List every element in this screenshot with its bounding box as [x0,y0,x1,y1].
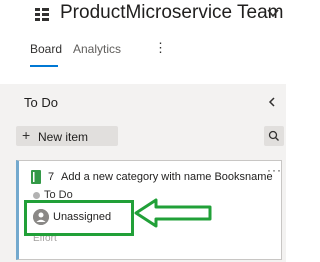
column-title: To Do [24,95,58,110]
tab-analytics[interactable]: Analytics [73,42,121,56]
search-icon [268,130,279,141]
chevron-down-icon[interactable] [266,6,280,20]
team-icon [35,8,49,21]
board-header: ProductMicroservice Team Board Analytics… [0,0,286,84]
state-indicator-dot [33,192,40,199]
new-item-label: New item [38,130,89,144]
annotation-arrow-icon [134,198,212,228]
new-item-button[interactable]: + New item [16,126,118,146]
work-item-id: 7 [48,171,55,183]
book-icon [31,170,41,184]
plus-icon: + [22,127,31,143]
more-vertical-icon[interactable]: ⋮ [154,40,167,56]
team-name[interactable]: ProductMicroservice Team [60,2,284,24]
work-item-title[interactable]: Add a new category with name Booksname [61,171,273,183]
active-tab-indicator [30,65,58,67]
tab-board[interactable]: Board [30,42,62,56]
search-button[interactable] [264,126,284,146]
annotation-highlight-box [24,200,134,236]
more-horizontal-icon[interactable]: ··· [267,163,282,177]
chevron-left-icon[interactable] [266,96,278,108]
